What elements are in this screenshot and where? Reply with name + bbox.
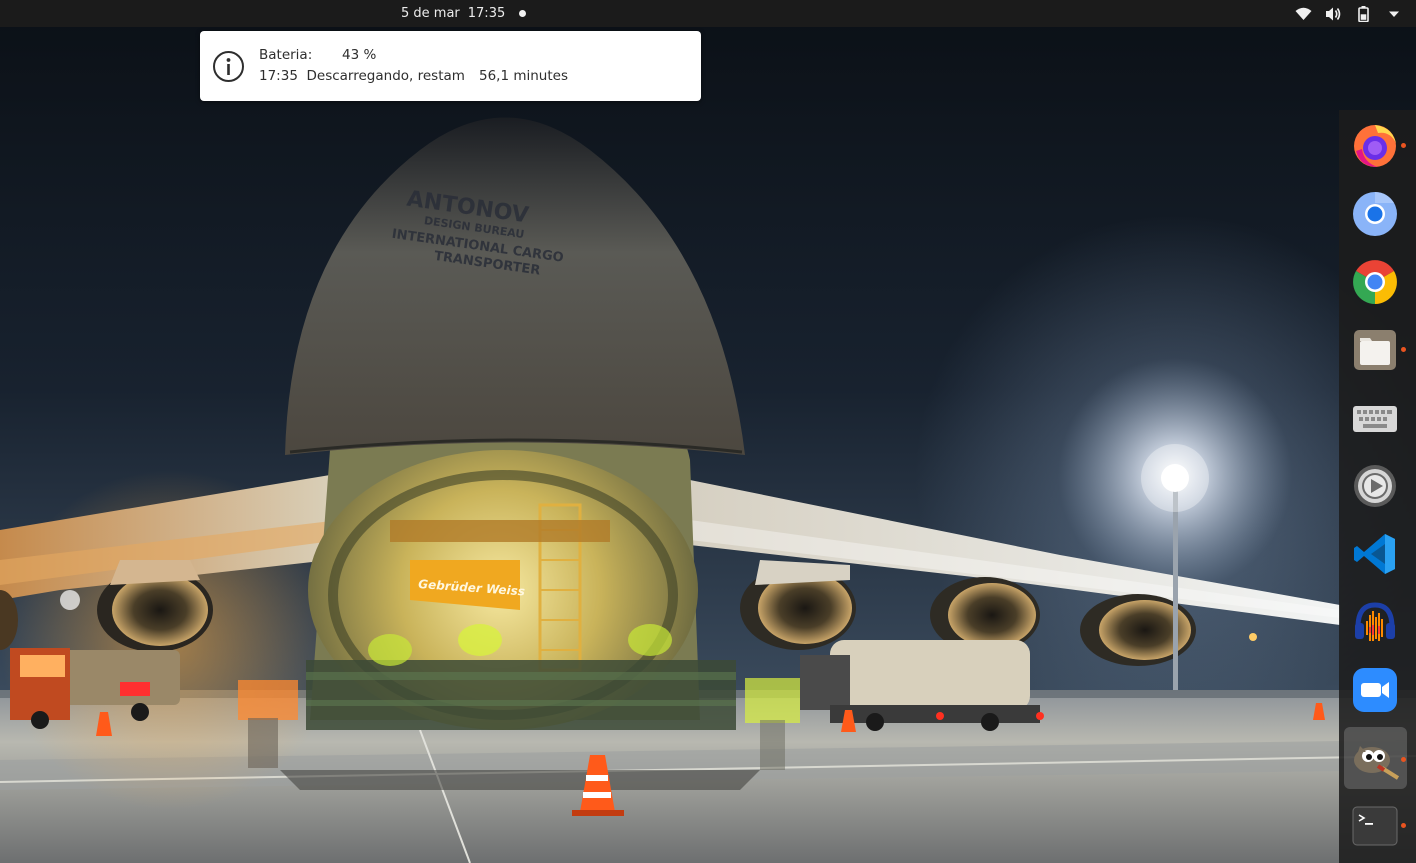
dock-item-zoom[interactable] (1347, 662, 1402, 717)
running-indicator-firefox (1401, 143, 1406, 148)
battery-percent: 43 % (342, 47, 377, 63)
battery-status-line: 17:35 Descarregando, restam (259, 68, 465, 84)
dock-item-settings[interactable] (1347, 458, 1402, 513)
dock-item-audacity[interactable] (1347, 594, 1402, 649)
settings-icon (1353, 464, 1396, 507)
firefox-icon (1353, 124, 1396, 167)
info-icon (213, 51, 244, 82)
dock-item-chrome[interactable] (1347, 254, 1402, 309)
dock-item-firefox[interactable] (1347, 118, 1402, 173)
top-bar: 5 de mar 17:35 (0, 0, 1416, 27)
chromium-icon (1352, 191, 1397, 236)
battery-notification[interactable]: Bateria: 43 % 17:35 Descarregando, resta… (200, 31, 701, 101)
running-indicator-files (1401, 347, 1406, 352)
notification-dot-icon (519, 10, 527, 17)
clock-time: 17:35 (467, 6, 506, 21)
dock-item-files[interactable] (1347, 322, 1402, 377)
vscode-icon (1353, 533, 1395, 574)
gimp-icon (1353, 746, 1399, 780)
desktop-wallpaper: Gebrüder Weiss ANTONOV DESIGN BUREAU INT… (0, 0, 1416, 863)
battery-status: Descarregando, restam (306, 68, 465, 84)
clock-button[interactable]: 5 de mar 17:35 (401, 0, 527, 27)
keyboard-icon (1352, 405, 1397, 432)
battery-remaining: 56,1 minutes (479, 68, 568, 84)
battery-label: Bateria: (259, 47, 313, 63)
system-tray[interactable] (1295, 0, 1402, 27)
dock-item-vscode[interactable] (1347, 526, 1402, 581)
dock-item-terminal[interactable] (1347, 798, 1402, 853)
clock-date: 5 de mar (401, 6, 460, 21)
terminal-icon (1352, 806, 1397, 845)
running-indicator-terminal (1401, 823, 1406, 828)
chrome-icon (1352, 259, 1397, 304)
audacity-icon (1354, 601, 1395, 641)
battery-icon[interactable] (1355, 5, 1372, 22)
battery-time: 17:35 (259, 68, 298, 84)
dock-item-keyboard[interactable] (1347, 390, 1402, 445)
wifi-icon[interactable] (1295, 5, 1312, 22)
running-indicator-gimp (1401, 757, 1406, 762)
zoom-icon (1352, 667, 1397, 712)
system-menu-chevron-icon[interactable] (1385, 5, 1402, 22)
files-icon (1353, 329, 1396, 370)
volume-icon[interactable] (1325, 5, 1342, 22)
dock-item-gimp[interactable] (1344, 727, 1407, 789)
dock-item-chromium[interactable] (1347, 186, 1402, 241)
